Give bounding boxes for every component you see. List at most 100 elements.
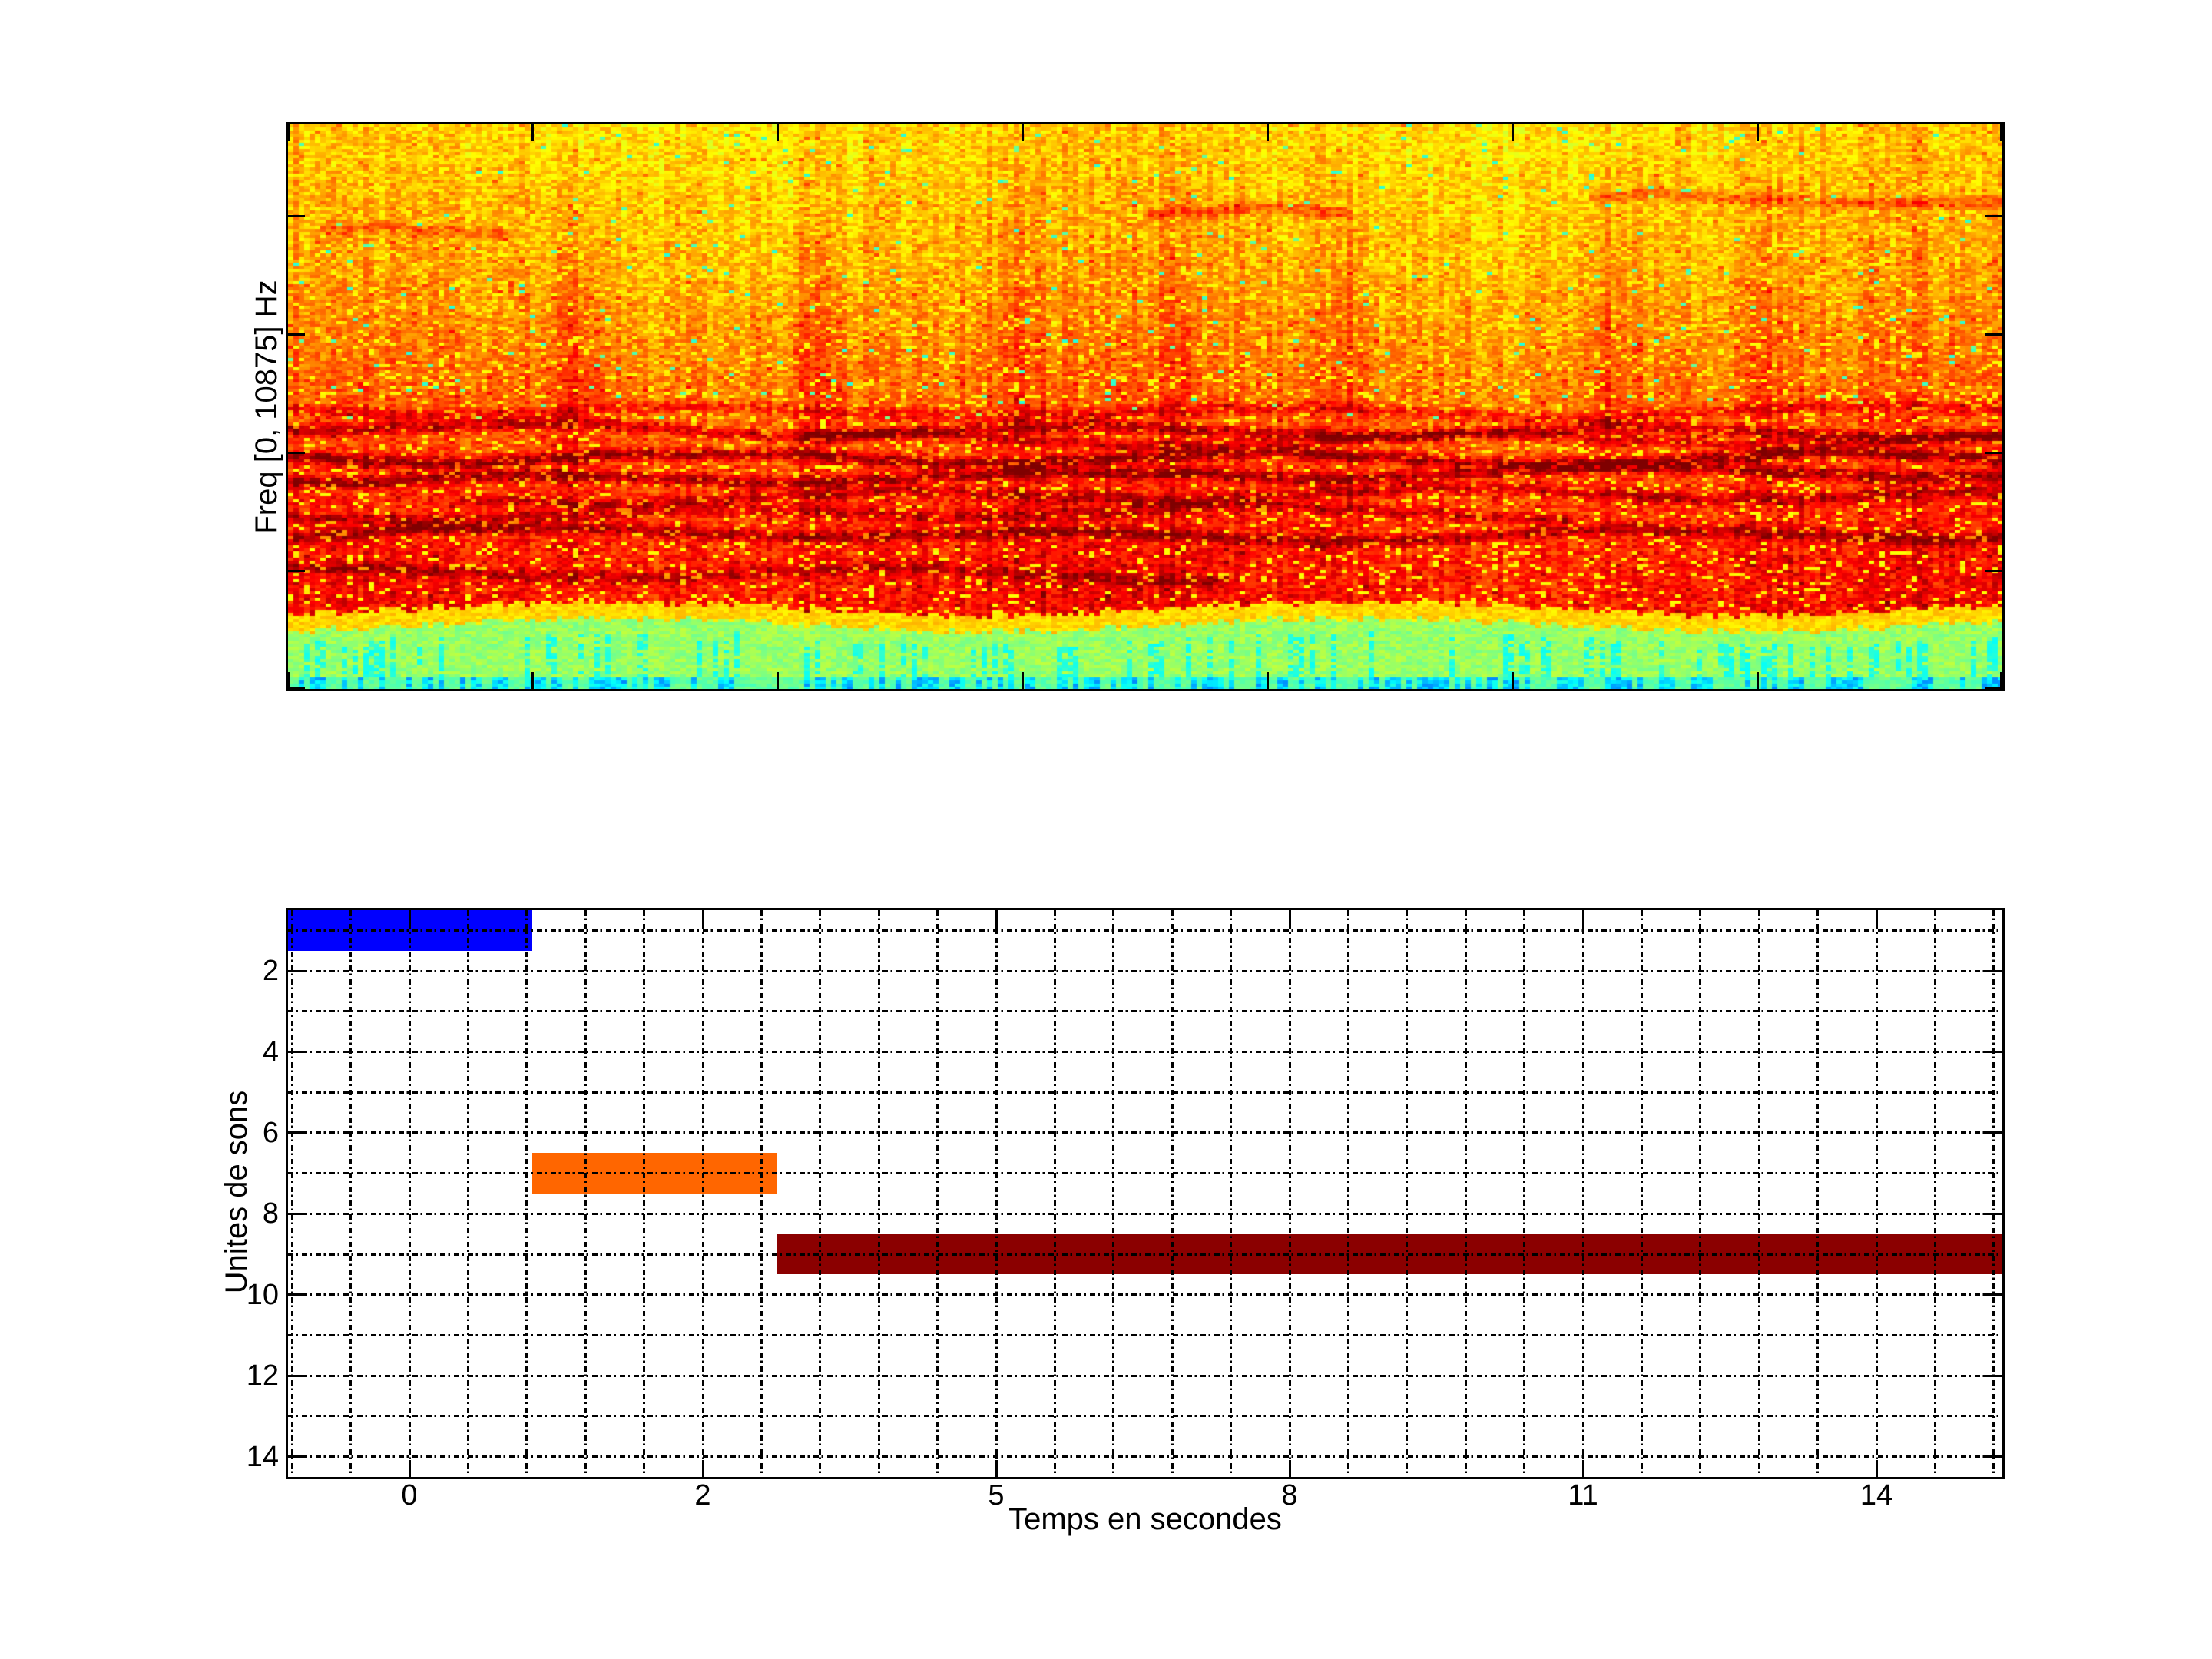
grid-line-vertical bbox=[408, 910, 411, 1477]
grid-line-vertical bbox=[643, 910, 646, 1477]
gantt-x-tick-label: 0 bbox=[401, 1479, 418, 1512]
grid-line-vertical bbox=[819, 910, 822, 1477]
gantt-x-tick-top bbox=[995, 910, 998, 927]
grid-line-vertical bbox=[1112, 910, 1115, 1477]
grid-line-vertical bbox=[760, 910, 763, 1477]
grid-line-vertical bbox=[1933, 910, 1936, 1477]
gantt-x-tick-top bbox=[701, 910, 704, 927]
spectrogram-y-tick-right bbox=[1985, 214, 2002, 217]
gantt-x-tick-label: 5 bbox=[988, 1479, 1005, 1512]
gantt-x-tick bbox=[1581, 1460, 1584, 1477]
gantt-y-tick-right bbox=[1985, 969, 2002, 972]
gantt-x-tick-top bbox=[408, 910, 411, 927]
gantt-y-tick-label: 2 bbox=[262, 955, 279, 988]
grid-line-horizontal bbox=[288, 1455, 2002, 1459]
grid-line-horizontal bbox=[288, 929, 2002, 932]
gantt-x-tick-label: 2 bbox=[694, 1479, 711, 1512]
grid-line-horizontal bbox=[288, 1131, 2002, 1134]
grid-line-vertical bbox=[1816, 910, 1820, 1477]
grid-line-vertical bbox=[1288, 910, 1291, 1477]
gantt-axes bbox=[286, 908, 2005, 1479]
spectrogram-x-tick-top bbox=[1756, 124, 1759, 141]
grid-line-vertical bbox=[349, 910, 353, 1477]
spectrogram-x-tick-top bbox=[1511, 124, 1514, 141]
gantt-y-tick bbox=[288, 1374, 305, 1377]
gantt-y-tick bbox=[288, 1293, 305, 1296]
spectrogram-x-tick bbox=[1756, 672, 1759, 689]
grid-line-horizontal bbox=[288, 1253, 2002, 1256]
gantt-y-tick-label: 6 bbox=[262, 1116, 279, 1149]
grid-line-vertical bbox=[1875, 910, 1878, 1477]
spectrogram-y-tick bbox=[288, 569, 305, 572]
gantt-y-tick bbox=[288, 1051, 305, 1053]
grid-line-horizontal bbox=[288, 1415, 2002, 1418]
grid-line-vertical bbox=[1992, 910, 1995, 1477]
spectrogram-y-tick bbox=[288, 687, 305, 689]
spectrogram-x-tick-top bbox=[288, 124, 290, 141]
spectrogram-y-tick-right bbox=[1985, 333, 2002, 336]
gantt-y-tick bbox=[288, 1455, 305, 1459]
grid-line-vertical bbox=[936, 910, 939, 1477]
spectrogram-x-tick bbox=[1266, 672, 1269, 689]
gantt-x-tick-label: 11 bbox=[1568, 1479, 1598, 1512]
gantt-x-tick bbox=[995, 1460, 998, 1477]
gantt-y-tick-label: 14 bbox=[246, 1440, 279, 1473]
grid-line-horizontal bbox=[288, 1091, 2002, 1094]
grid-line-vertical bbox=[584, 910, 587, 1477]
gantt-y-tick-label: 4 bbox=[262, 1035, 279, 1068]
gantt-y-tick-right bbox=[1985, 1455, 2002, 1459]
spectrogram-x-tick-top bbox=[1022, 124, 1025, 141]
grid-line-vertical bbox=[877, 910, 880, 1477]
gantt-x-tick-label: 14 bbox=[1859, 1479, 1893, 1512]
spectrogram-y-tick bbox=[288, 333, 305, 336]
grid-line-vertical bbox=[1523, 910, 1526, 1477]
spectrogram-y-tick bbox=[288, 451, 305, 454]
gantt-y-tick-label: 8 bbox=[262, 1197, 279, 1230]
spectrogram-x-tick-top bbox=[777, 124, 780, 141]
gantt-y-tick-right bbox=[1985, 1051, 2002, 1053]
spectrogram-x-tick-top bbox=[1266, 124, 1269, 141]
grid-line-vertical bbox=[1640, 910, 1643, 1477]
gantt-x-tick bbox=[701, 1460, 704, 1477]
grid-line-vertical bbox=[525, 910, 528, 1477]
grid-line-vertical bbox=[1699, 910, 1702, 1477]
grid-line-vertical bbox=[290, 910, 293, 1477]
grid-line-vertical bbox=[466, 910, 469, 1477]
spectrogram-x-tick bbox=[531, 672, 535, 689]
gantt-y-tick-label: 10 bbox=[246, 1278, 279, 1311]
spectrogram-y-tick bbox=[288, 214, 305, 217]
grid-line-horizontal bbox=[288, 1010, 2002, 1013]
spectrogram-ylabel: Freq [0, 10875] Hz bbox=[250, 280, 283, 535]
gantt-y-tick-right bbox=[1985, 1212, 2002, 1215]
grid-line-vertical bbox=[995, 910, 998, 1477]
grid-line-vertical bbox=[1406, 910, 1409, 1477]
gantt-x-tick-top bbox=[1581, 910, 1584, 927]
grid-line-horizontal bbox=[288, 1334, 2002, 1336]
grid-line-horizontal bbox=[288, 1293, 2002, 1296]
spectrogram-axes bbox=[286, 122, 2005, 691]
grid-line-vertical bbox=[1581, 910, 1584, 1477]
spectrogram-y-tick-right bbox=[1985, 569, 2002, 572]
gantt-y-tick bbox=[288, 969, 305, 972]
grid-line-vertical bbox=[1757, 910, 1760, 1477]
gantt-x-tick bbox=[1875, 1460, 1878, 1477]
grid-line-vertical bbox=[1346, 910, 1349, 1477]
figure: Freq [0, 10875] Hz Unites de sons Temps … bbox=[0, 0, 2212, 1659]
gantt-x-tick-label: 8 bbox=[1281, 1479, 1298, 1512]
spectrogram-y-tick-right bbox=[1985, 451, 2002, 454]
gantt-x-tick-top bbox=[1288, 910, 1291, 927]
gantt-y-tick bbox=[288, 1131, 305, 1134]
grid-line-horizontal bbox=[288, 1172, 2002, 1175]
spectrogram-x-tick bbox=[777, 672, 780, 689]
grid-line-horizontal bbox=[288, 1212, 2002, 1215]
grid-line-vertical bbox=[701, 910, 704, 1477]
gantt-xlabel: Temps en secondes bbox=[1008, 1502, 1282, 1536]
grid-line-vertical bbox=[1464, 910, 1467, 1477]
grid-line-vertical bbox=[1053, 910, 1056, 1477]
spectrogram-y-tick-right bbox=[1985, 687, 2002, 689]
spectrogram-x-tick-top bbox=[531, 124, 535, 141]
gantt-y-tick-label: 12 bbox=[246, 1359, 279, 1392]
grid-line-horizontal bbox=[288, 969, 2002, 972]
gantt-x-tick bbox=[408, 1460, 411, 1477]
grid-line-vertical bbox=[1230, 910, 1233, 1477]
